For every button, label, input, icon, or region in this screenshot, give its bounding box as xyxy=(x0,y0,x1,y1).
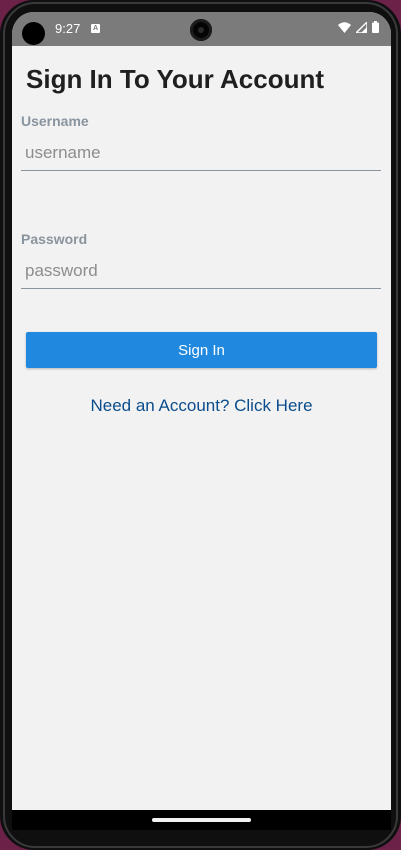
status-icons xyxy=(338,21,379,33)
device-frame: 9:27 A Sign In To Your Account Username … xyxy=(0,0,401,850)
page-title: Sign In To Your Account xyxy=(26,64,325,94)
home-indicator[interactable] xyxy=(152,818,251,822)
username-label: Username xyxy=(21,113,89,129)
notification-icon: A xyxy=(91,24,100,33)
status-bar: 9:27 A xyxy=(12,12,391,46)
battery-icon xyxy=(372,21,379,33)
create-account-link[interactable]: Need an Account? Click Here xyxy=(12,396,391,416)
signal-icon xyxy=(356,21,367,33)
username-input[interactable] xyxy=(21,135,381,171)
wifi-icon xyxy=(338,21,351,33)
sign-in-button[interactable]: Sign In xyxy=(26,332,377,368)
password-input[interactable] xyxy=(21,253,381,289)
navigation-bar xyxy=(12,810,391,830)
front-sensor xyxy=(22,22,45,45)
status-time: 9:27 xyxy=(55,21,81,36)
screen: 9:27 A Sign In To Your Account Username … xyxy=(12,12,391,830)
password-label: Password xyxy=(21,231,88,247)
camera-cutout xyxy=(190,19,212,41)
